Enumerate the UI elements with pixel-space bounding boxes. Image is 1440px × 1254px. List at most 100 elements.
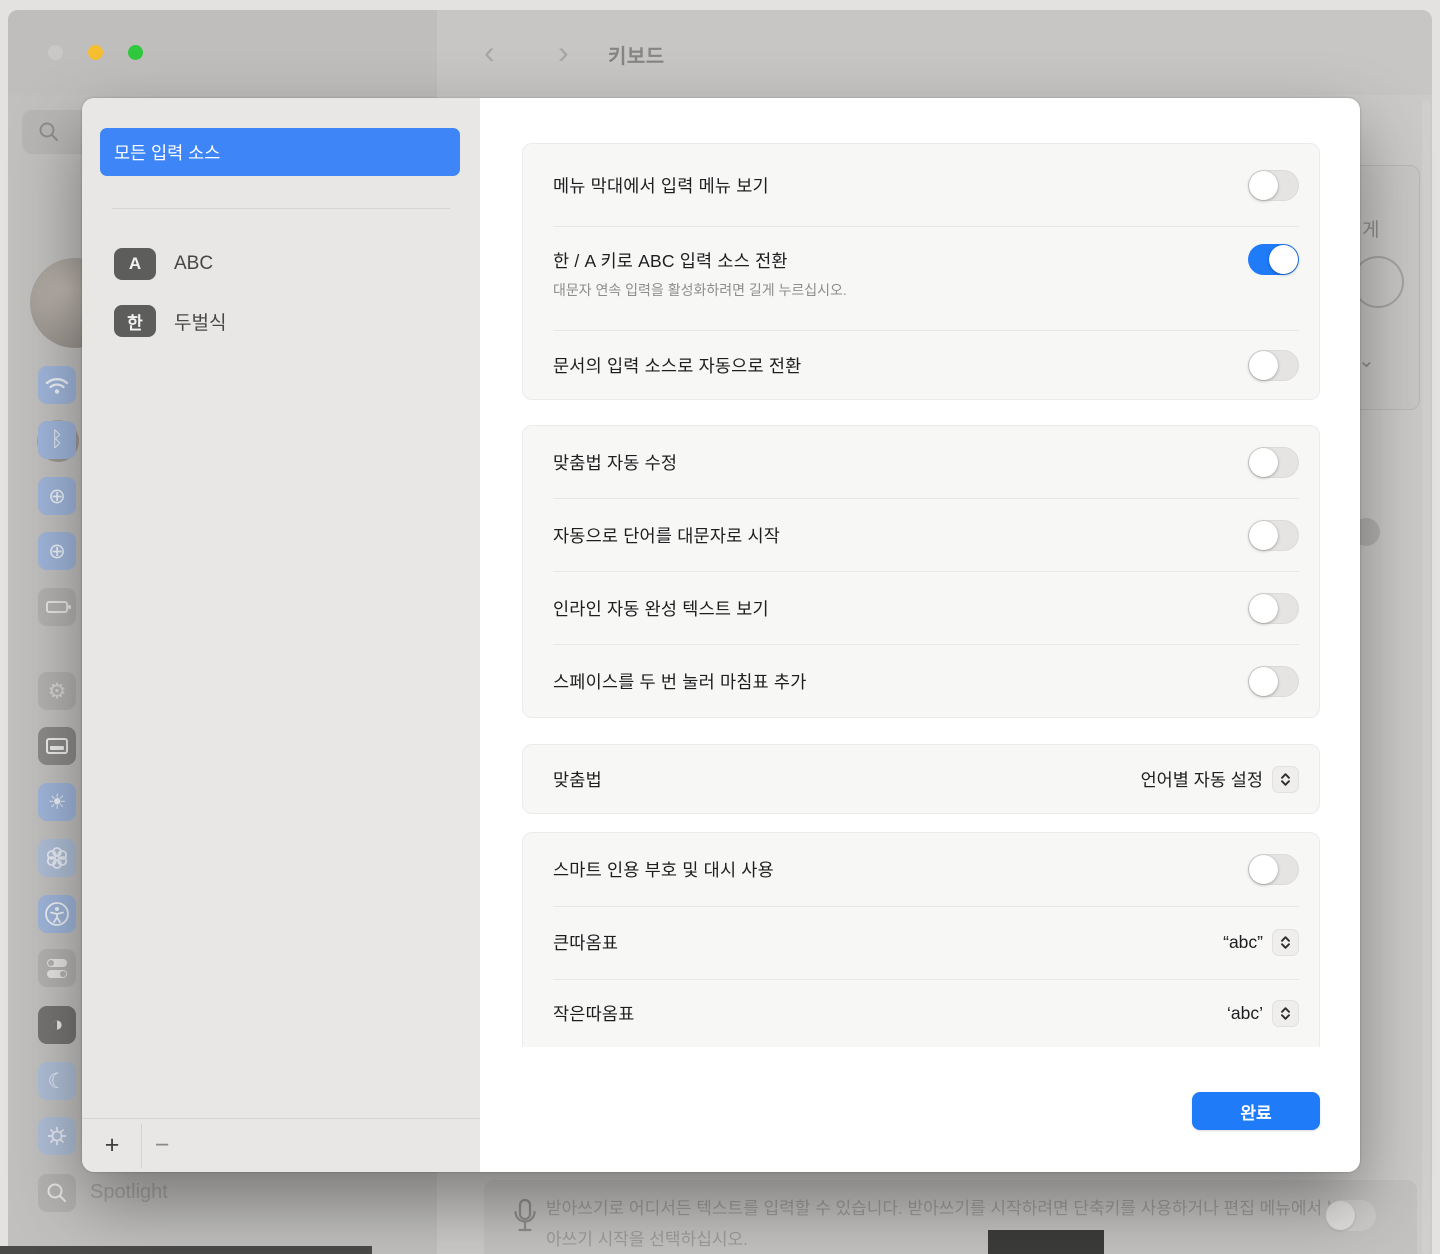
forward-button[interactable]: › [558, 34, 569, 71]
input-sources-sheet: 모든 입력 소스 A ABC 한 두벌식 + − 메뉴 막대에서 입력 메뉴 보… [82, 98, 1360, 1172]
toggle-knob [1249, 855, 1278, 884]
settings-group: 맞춤법 언어별 자동 설정 [522, 744, 1320, 814]
gear-icon[interactable]: ⚙ [38, 672, 76, 710]
setting-label: 맞춤법 [553, 767, 602, 792]
setting-row: 메뉴 막대에서 입력 메뉴 보기 [523, 144, 1319, 226]
setting-row: 맞춤법 언어별 자동 설정 [523, 745, 1319, 813]
inline-completion-toggle[interactable] [1248, 593, 1299, 624]
microphone-icon [512, 1198, 538, 1242]
setting-row: 한 / A 키로 ABC 입력 소스 전환 대문자 연속 입력을 활성화하려면 … [523, 227, 1319, 330]
accessibility-icon[interactable] [38, 895, 76, 933]
screen-saver-icon[interactable]: ☾ [38, 1062, 76, 1100]
double-space-period-toggle[interactable] [1248, 666, 1299, 697]
chevron-up-down-icon [1277, 771, 1294, 788]
setting-label: 스마트 인용 부호 및 대시 사용 [553, 857, 774, 882]
search-icon [38, 121, 60, 143]
setting-label: 스페이스를 두 번 눌러 마침표 추가 [553, 669, 807, 694]
input-source-label: ABC [174, 253, 213, 275]
setting-label: 작은따옴표 [553, 1001, 635, 1026]
han-a-key-switch-toggle[interactable] [1248, 244, 1299, 275]
sheet-sidebar: 모든 입력 소스 A ABC 한 두벌식 + − [82, 98, 480, 1172]
wifi-icon[interactable] [38, 366, 76, 404]
sheet-content-panel: 메뉴 막대에서 입력 메뉴 보기 한 / A 키로 ABC 입력 소스 전환 대… [480, 98, 1360, 1172]
setting-label: 자동으로 단어를 대문자로 시작 [553, 523, 780, 548]
half-circle-icon[interactable]: ◑ [38, 1006, 76, 1044]
input-source-label: 두벌식 [174, 308, 226, 335]
divider [141, 1124, 142, 1168]
auto-switch-document-toggle[interactable] [1248, 350, 1299, 381]
globe-icon[interactable]: ⊕ [38, 477, 76, 515]
scrollbar [1422, 100, 1430, 1254]
double-quote-select-value: “abc” [1223, 932, 1263, 953]
done-button[interactable]: 완료 [1192, 1092, 1320, 1130]
setting-row: 맞춤법 자동 수정 [523, 426, 1319, 498]
toggle-knob [1249, 521, 1278, 550]
all-input-sources-item[interactable]: 모든 입력 소스 [100, 128, 460, 176]
input-source-item-abc[interactable]: A ABC [82, 242, 480, 286]
setting-row: 인라인 자동 완성 텍스트 보기 [523, 572, 1319, 644]
spelling-select-button[interactable] [1272, 766, 1299, 793]
battery-icon[interactable] [38, 588, 76, 626]
autocorrect-toggle[interactable] [1248, 447, 1299, 478]
setting-label: 한 / A 키로 ABC 입력 소스 전환 [553, 248, 847, 273]
toggle-knob [1249, 351, 1278, 380]
gear-flower-icon[interactable] [38, 1117, 76, 1155]
sidebar-item-spotlight[interactable]: Spotlight [90, 1181, 168, 1204]
setting-label: 메뉴 막대에서 입력 메뉴 보기 [553, 173, 769, 198]
background-dark-strip [0, 1246, 372, 1254]
setting-row: 스마트 인용 부호 및 대시 사용 [523, 833, 1319, 906]
background-text-fragment: 게 [1362, 215, 1379, 242]
setting-label: 문서의 입력 소스로 자동으로 전환 [553, 353, 801, 378]
setting-row: 문서의 입력 소스로 자동으로 전환 [523, 331, 1319, 399]
back-button[interactable]: ‹ [484, 34, 495, 71]
sun-icon[interactable]: ☀ [38, 783, 76, 821]
toggle-knob [1269, 245, 1298, 274]
toggle-knob [1249, 171, 1278, 200]
spelling-select-value: 언어별 자동 설정 [1141, 767, 1263, 792]
background-chevron-fragment: ⌄ [1358, 348, 1375, 373]
toggle-knob [1249, 594, 1278, 623]
title-bar-sidebar-area [8, 10, 437, 95]
double-quote-select-button[interactable] [1272, 929, 1299, 956]
chevron-up-down-icon [1277, 1005, 1294, 1022]
toggles-icon[interactable] [38, 949, 76, 987]
dictation-toggle[interactable] [1325, 1200, 1376, 1231]
chevron-up-down-icon [1277, 934, 1294, 951]
setting-row: 작은따옴표 ‘abc’ [523, 980, 1319, 1047]
input-source-badge: A [114, 248, 156, 280]
input-source-item-dubeolsik[interactable]: 한 두벌식 [82, 299, 480, 343]
auto-capitalize-toggle[interactable] [1248, 520, 1299, 551]
network-globe-icon[interactable]: ⊕ [38, 532, 76, 570]
setting-label: 맞춤법 자동 수정 [553, 450, 677, 475]
single-quote-select-button[interactable] [1272, 1000, 1299, 1027]
setting-label: 큰따옴표 [553, 930, 618, 955]
toggle-knob [1249, 667, 1278, 696]
minimize-button[interactable] [88, 45, 103, 60]
single-quote-select-value: ‘abc’ [1227, 1003, 1263, 1024]
remove-input-source-button[interactable]: − [146, 1128, 178, 1162]
input-source-badge: 한 [114, 305, 156, 337]
close-button[interactable] [48, 45, 63, 60]
toggle-knob [1249, 448, 1278, 477]
menu-bar-icon[interactable] [38, 727, 76, 765]
toggle-knob [1326, 1201, 1355, 1230]
setting-row: 자동으로 단어를 대문자로 시작 [523, 499, 1319, 571]
dictation-card: 받아쓰기로 어디서든 텍스트를 입력할 수 있습니다. 받아쓰기를 시작하려면 … [484, 1180, 1417, 1254]
bluetooth-icon[interactable]: ᛒ [38, 421, 76, 459]
background-dark-strip [988, 1230, 1104, 1254]
setting-label: 인라인 자동 완성 텍스트 보기 [553, 596, 769, 621]
divider [82, 1118, 480, 1119]
title-bar: ‹ › 키보드 [8, 10, 1432, 95]
settings-group: 메뉴 막대에서 입력 메뉴 보기 한 / A 키로 ABC 입력 소스 전환 대… [522, 143, 1320, 400]
show-input-menu-toggle[interactable] [1248, 170, 1299, 201]
settings-group: 스마트 인용 부호 및 대시 사용 큰따옴표 “abc” 작은따옴표 ‘a [522, 832, 1320, 1047]
setting-row: 큰따옴표 “abc” [523, 907, 1319, 980]
smart-quotes-toggle[interactable] [1248, 854, 1299, 885]
add-input-source-button[interactable]: + [96, 1128, 128, 1162]
spotlight-icon[interactable] [38, 1174, 76, 1212]
flower-icon[interactable] [38, 839, 76, 877]
page-title: 키보드 [608, 40, 665, 69]
maximize-button[interactable] [128, 45, 143, 60]
setting-row: 스페이스를 두 번 눌러 마침표 추가 [523, 645, 1319, 717]
divider [112, 208, 450, 209]
